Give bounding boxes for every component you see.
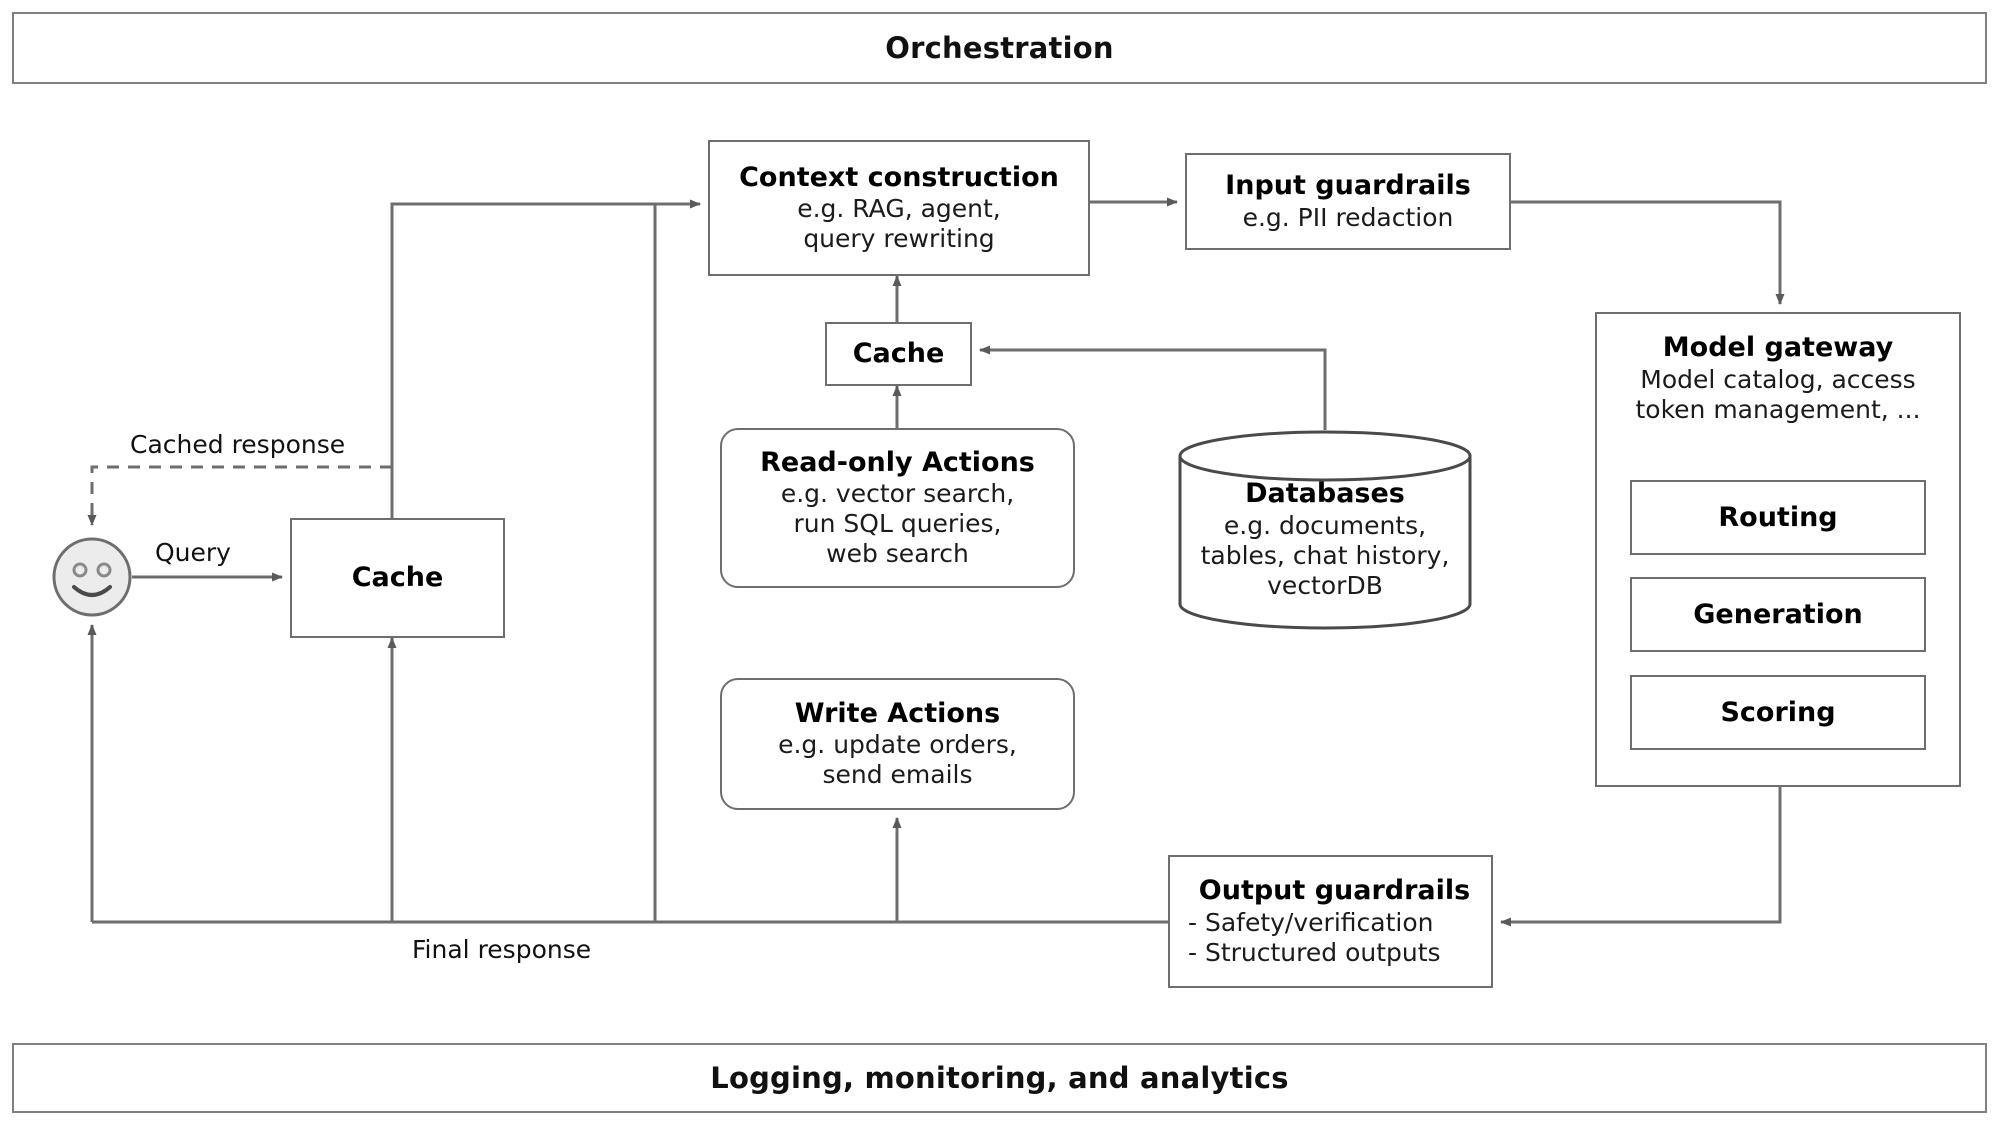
model-gateway-title: Model gateway (1662, 332, 1894, 363)
read-only-actions-box[interactable]: Read-only Actions e.g. vector search, ru… (720, 428, 1075, 588)
context-construction-sub-1: e.g. RAG, agent, (797, 194, 1001, 224)
input-guardrails-box[interactable]: Input guardrails e.g. PII redaction (1185, 153, 1511, 250)
orchestration-label: Orchestration (885, 31, 1114, 65)
databases-cylinder[interactable]: Databases e.g. documents, tables, chat h… (1178, 430, 1472, 630)
read-only-actions-sub-3: web search (826, 539, 969, 569)
cached-response-label: Cached response (130, 430, 346, 459)
cache-left-title: Cache (351, 561, 444, 593)
model-gateway-scoring-box[interactable]: Scoring (1630, 675, 1926, 750)
model-gateway-sub-2: token management, ... (1635, 394, 1921, 424)
logging-monitoring-analytics-label: Logging, monitoring, and analytics (710, 1061, 1289, 1095)
context-construction-sub-2: query rewriting (803, 224, 995, 254)
context-construction-box[interactable]: Context construction e.g. RAG, agent, qu… (708, 140, 1090, 276)
cached-response-edge (87, 465, 392, 526)
read-only-actions-title: Read-only Actions (760, 446, 1035, 478)
databases-sub-2: tables, chat history, (1200, 540, 1450, 570)
databases-sub-1: e.g. documents, (1223, 510, 1427, 540)
output-guardrails-sub-1: - Safety/verification (1188, 907, 1434, 937)
model-gateway-scoring-label: Scoring (1720, 697, 1836, 728)
output-guardrails-box[interactable]: Output guardrails - Safety/verification … (1168, 855, 1493, 988)
read-only-actions-sub-2: run SQL queries, (793, 509, 1002, 539)
databases-sub-3: vectorDB (1267, 570, 1383, 600)
user-face-icon (52, 537, 132, 617)
model-gateway-sub-1: Model catalog, access (1640, 364, 1916, 394)
write-actions-sub-2: send emails (822, 760, 973, 790)
databases-title: Databases (1245, 478, 1405, 509)
input-guardrails-title: Input guardrails (1225, 170, 1471, 202)
model-gateway-routing-label: Routing (1718, 502, 1838, 533)
cache-left-box[interactable]: Cache (290, 518, 505, 638)
logging-monitoring-analytics-band: Logging, monitoring, and analytics (12, 1043, 1987, 1113)
query-label: Query (155, 538, 231, 567)
model-gateway-generation-box[interactable]: Generation (1630, 577, 1926, 652)
model-gateway-generation-label: Generation (1693, 599, 1863, 630)
model-gateway-routing-box[interactable]: Routing (1630, 480, 1926, 555)
input-guardrails-sub-1: e.g. PII redaction (1242, 202, 1454, 232)
cache-mid-title: Cache (852, 337, 945, 369)
write-actions-title: Write Actions (794, 697, 1001, 729)
output-guardrails-sub-2: - Structured outputs (1188, 937, 1441, 967)
write-actions-sub-1: e.g. update orders, (778, 730, 1017, 760)
diagram-canvas: Orchestration Cached response Query Fina… (0, 0, 1999, 1129)
context-construction-title: Context construction (739, 161, 1059, 193)
write-actions-box[interactable]: Write Actions e.g. update orders, send e… (720, 678, 1075, 810)
orchestration-band: Orchestration (12, 12, 1987, 84)
output-guardrails-title: Output guardrails (1198, 875, 1471, 907)
read-only-actions-sub-1: e.g. vector search, (780, 479, 1015, 509)
cache-mid-box[interactable]: Cache (825, 322, 972, 386)
final-response-label: Final response (412, 935, 592, 964)
